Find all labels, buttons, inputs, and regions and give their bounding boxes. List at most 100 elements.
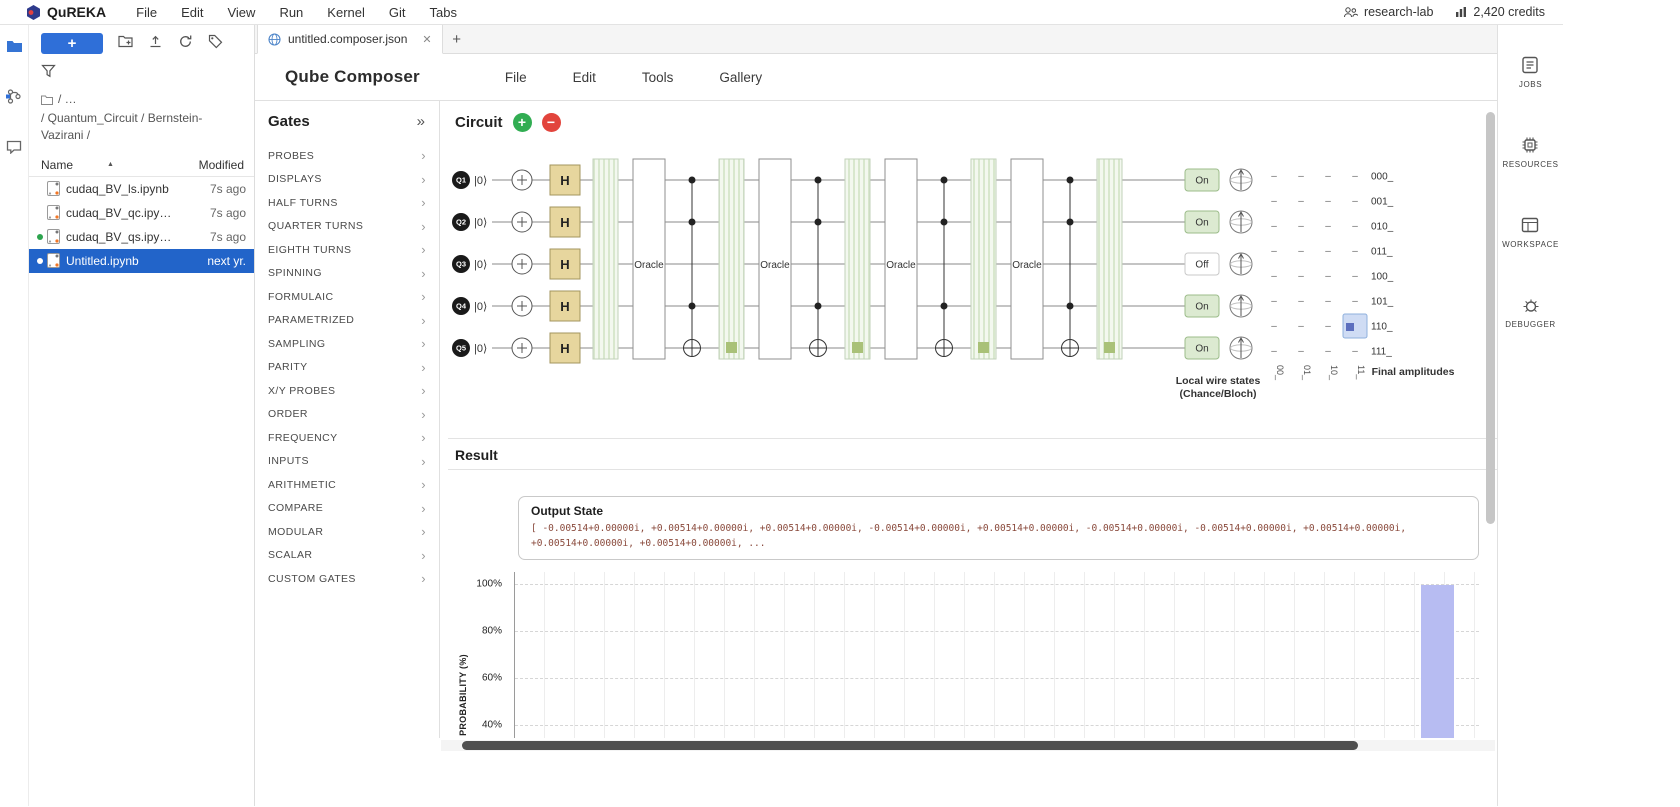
amplitude-cell[interactable]: – bbox=[1298, 321, 1304, 332]
gate-category-compare[interactable]: COMPARE› bbox=[255, 497, 439, 521]
gate-category-eighth-turns[interactable]: EIGHTH TURNS› bbox=[255, 238, 439, 262]
composer-menu-edit[interactable]: Edit bbox=[550, 70, 619, 85]
amplitude-cell[interactable]: – bbox=[1298, 171, 1304, 182]
amplitude-cell[interactable]: – bbox=[1271, 171, 1277, 182]
control-dot[interactable] bbox=[689, 177, 696, 184]
control-dot[interactable] bbox=[941, 177, 948, 184]
file-row[interactable]: cudaq_BV_qs.ipy…7s ago bbox=[29, 225, 254, 249]
breadcrumb-root[interactable]: / … bbox=[41, 91, 77, 108]
probability-bar[interactable]: 99.9% bbox=[1421, 585, 1454, 738]
composer-menu-file[interactable]: File bbox=[482, 70, 550, 85]
file-row[interactable]: cudaq_BV_ls.ipynb7s ago bbox=[29, 177, 254, 201]
gate-category-parametrized[interactable]: PARAMETRIZED› bbox=[255, 309, 439, 333]
git-tab-icon[interactable] bbox=[6, 88, 22, 110]
amplitude-cell[interactable]: – bbox=[1352, 196, 1358, 207]
amplitude-cell[interactable]: – bbox=[1352, 296, 1358, 307]
wire-toggle-q3[interactable]: Off bbox=[1185, 253, 1219, 275]
probe-column[interactable] bbox=[593, 159, 618, 359]
amplitude-cell[interactable]: – bbox=[1298, 296, 1304, 307]
rail-item-debugger[interactable]: DEBUGGER bbox=[1505, 295, 1556, 329]
tag-icon[interactable] bbox=[208, 34, 223, 54]
gate-category-frequency[interactable]: FREQUENCY› bbox=[255, 426, 439, 450]
gate-category-quarter-turns[interactable]: QUARTER TURNS› bbox=[255, 215, 439, 239]
wire-toggle-q5[interactable]: On bbox=[1185, 337, 1219, 359]
control-dot[interactable] bbox=[815, 303, 822, 310]
oracle-gate[interactable] bbox=[1011, 159, 1043, 359]
gate-category-inputs[interactable]: INPUTS› bbox=[255, 450, 439, 474]
funnel-icon[interactable] bbox=[41, 65, 56, 82]
amplitude-cell[interactable]: – bbox=[1352, 271, 1358, 282]
gate-category-custom-gates[interactable]: CUSTOM GATES› bbox=[255, 567, 439, 591]
sort-ascending-icon[interactable]: ▲ bbox=[107, 161, 114, 168]
upload-icon[interactable] bbox=[148, 34, 163, 53]
control-dot[interactable] bbox=[1067, 303, 1074, 310]
control-dot[interactable] bbox=[815, 177, 822, 184]
file-row[interactable]: cudaq_BV_qc.ipy…7s ago bbox=[29, 201, 254, 225]
gate-category-probes[interactable]: PROBES› bbox=[255, 144, 439, 168]
amplitude-cell[interactable]: – bbox=[1271, 196, 1277, 207]
add-wire-button[interactable]: + bbox=[513, 113, 532, 132]
new-folder-icon[interactable] bbox=[118, 34, 133, 53]
control-dot[interactable] bbox=[689, 303, 696, 310]
amplitude-cell[interactable]: – bbox=[1325, 196, 1331, 207]
control-dot[interactable] bbox=[941, 303, 948, 310]
composer-menu-gallery[interactable]: Gallery bbox=[696, 70, 785, 85]
control-dot[interactable] bbox=[1067, 219, 1074, 226]
collapse-panel-icon[interactable]: » bbox=[417, 113, 425, 130]
gate-category-order[interactable]: ORDER› bbox=[255, 403, 439, 427]
menubar-item-view[interactable]: View bbox=[215, 5, 267, 20]
horizontal-scrollbar[interactable] bbox=[441, 740, 1495, 751]
refresh-icon[interactable] bbox=[178, 34, 193, 54]
tab-close-icon[interactable]: ✕ bbox=[422, 33, 431, 46]
wire-toggle-q2[interactable]: On bbox=[1185, 211, 1219, 233]
amplitude-cell[interactable]: – bbox=[1325, 246, 1331, 257]
menubar-item-run[interactable]: Run bbox=[267, 5, 315, 20]
credits-chip[interactable]: 2,420 credits bbox=[1455, 5, 1545, 19]
control-dot[interactable] bbox=[1067, 177, 1074, 184]
probe-column[interactable] bbox=[971, 159, 996, 359]
rail-item-workspace[interactable]: WORKSPACE bbox=[1502, 215, 1559, 249]
breadcrumb[interactable]: / … / Quantum_Circuit / Bernstein-Vazira… bbox=[29, 85, 254, 147]
rail-item-resources[interactable]: RESOURCES bbox=[1502, 135, 1558, 169]
amplitude-cell[interactable]: – bbox=[1298, 246, 1304, 257]
modified-column-header[interactable]: Modified bbox=[199, 158, 244, 172]
amplitude-cell[interactable]: – bbox=[1352, 171, 1358, 182]
file-row[interactable]: Untitled.ipynbnext yr. bbox=[29, 249, 254, 273]
amplitude-cell[interactable]: – bbox=[1298, 271, 1304, 282]
breadcrumb-path[interactable]: / Quantum_Circuit / Bernstein-Vazirani / bbox=[41, 110, 242, 145]
menubar-item-edit[interactable]: Edit bbox=[169, 5, 215, 20]
chat-tab-icon[interactable] bbox=[6, 140, 22, 159]
circuit-canvas[interactable]: Q1|0⟩HQ2|0⟩HQ3|0⟩HQ4|0⟩HQ5|0⟩HOracleOrac… bbox=[448, 137, 1493, 403]
gate-category-spinning[interactable]: SPINNING› bbox=[255, 262, 439, 286]
oracle-gate[interactable] bbox=[885, 159, 917, 359]
amplitude-cell[interactable]: – bbox=[1325, 271, 1331, 282]
probe-column[interactable] bbox=[719, 159, 744, 359]
oracle-gate[interactable] bbox=[633, 159, 665, 359]
remove-wire-button[interactable]: − bbox=[542, 113, 561, 132]
amplitude-cell[interactable]: – bbox=[1325, 321, 1331, 332]
menubar-item-file[interactable]: File bbox=[124, 5, 169, 20]
gate-category-sampling[interactable]: SAMPLING› bbox=[255, 332, 439, 356]
probe-column[interactable] bbox=[845, 159, 870, 359]
amplitude-cell[interactable]: – bbox=[1271, 296, 1277, 307]
gate-category-displays[interactable]: DISPLAYS› bbox=[255, 168, 439, 192]
amplitude-cell[interactable]: – bbox=[1352, 246, 1358, 257]
new-tab-button[interactable]: + bbox=[443, 25, 471, 53]
amplitude-cell[interactable]: – bbox=[1271, 321, 1277, 332]
amplitude-cell[interactable]: – bbox=[1271, 221, 1277, 232]
menubar-item-tabs[interactable]: Tabs bbox=[418, 5, 469, 20]
amplitude-cell[interactable]: – bbox=[1325, 221, 1331, 232]
user-chip[interactable]: research-lab bbox=[1343, 5, 1433, 19]
amplitude-cell[interactable]: – bbox=[1298, 346, 1304, 357]
gate-category-modular[interactable]: MODULAR› bbox=[255, 520, 439, 544]
probe-column[interactable] bbox=[1097, 159, 1122, 359]
amplitude-cell[interactable]: – bbox=[1325, 296, 1331, 307]
new-launcher-button[interactable]: + bbox=[41, 33, 103, 54]
control-dot[interactable] bbox=[689, 219, 696, 226]
amplitude-cell[interactable]: – bbox=[1298, 196, 1304, 207]
wire-toggle-q1[interactable]: On bbox=[1185, 169, 1219, 191]
menubar-item-kernel[interactable]: Kernel bbox=[315, 5, 377, 20]
gate-category-parity[interactable]: PARITY› bbox=[255, 356, 439, 380]
amplitude-cell[interactable]: – bbox=[1271, 346, 1277, 357]
gate-category-arithmetic[interactable]: ARITHMETIC› bbox=[255, 473, 439, 497]
